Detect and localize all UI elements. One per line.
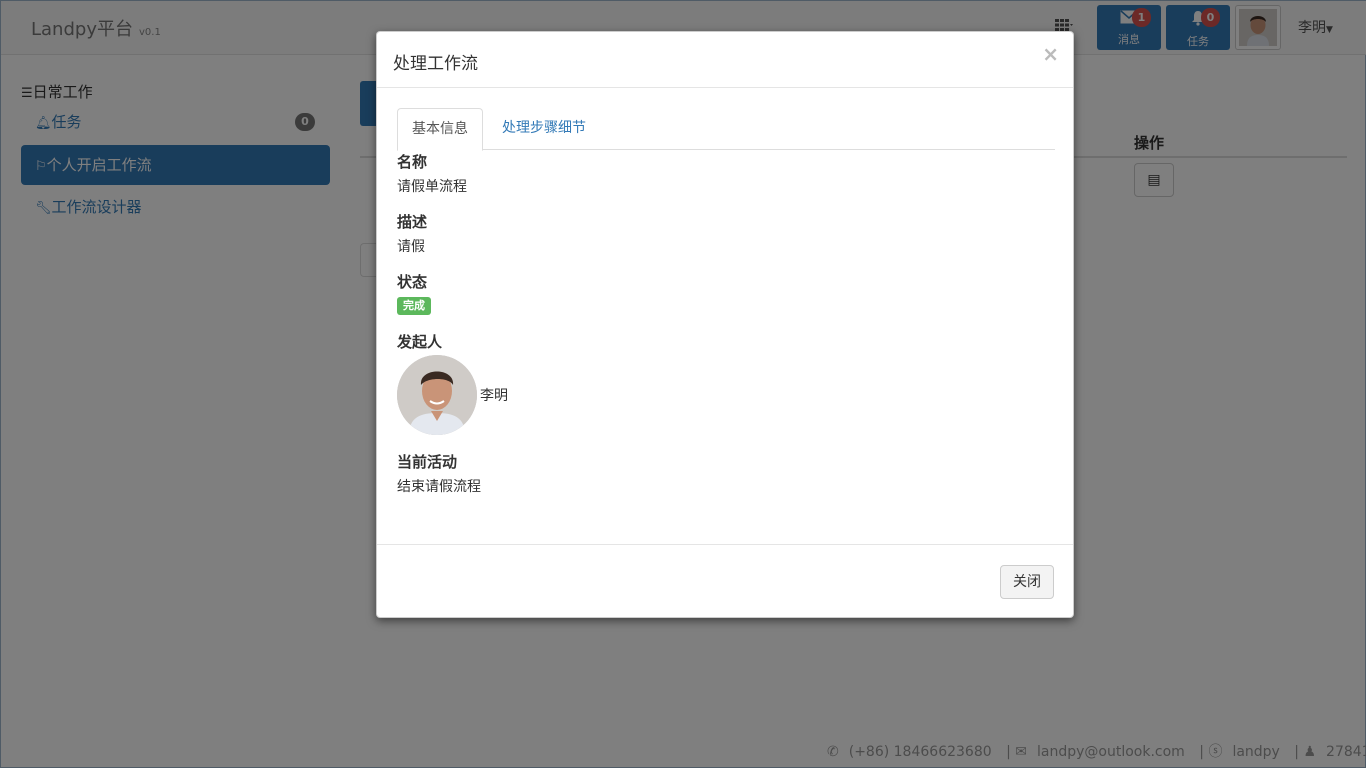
status-label: 状态: [397, 273, 428, 291]
modal-title: 处理工作流: [393, 54, 478, 74]
description-value: 请假: [397, 239, 425, 255]
current-activity-value: 结束请假流程: [397, 479, 481, 495]
status-badge: 完成: [397, 297, 431, 315]
modal-footer: 关闭: [377, 544, 1073, 618]
initiator-name: 李明: [480, 388, 508, 404]
name-label: 名称: [397, 153, 428, 171]
close-button[interactable]: 关闭: [1000, 565, 1054, 599]
modal-body: 基本信息 处理步骤细节 名称 请假单流程 描述 请假 状态 完成 发起人 李明 …: [377, 88, 1073, 544]
modal-tabs: 基本信息 处理步骤细节: [397, 108, 1055, 151]
initiator-avatar: [397, 355, 477, 435]
close-icon[interactable]: ×: [1042, 42, 1059, 66]
initiator-label: 发起人: [397, 333, 443, 351]
process-workflow-modal: 处理工作流 × 基本信息 处理步骤细节 名称 请假单流程 描述 请假 状态 完成…: [376, 31, 1074, 618]
tab-step-details[interactable]: 处理步骤细节: [488, 108, 600, 150]
name-value: 请假单流程: [397, 179, 467, 195]
tab-basic-info[interactable]: 基本信息: [397, 108, 483, 151]
modal-header: 处理工作流 ×: [377, 32, 1073, 88]
current-activity-label: 当前活动: [397, 453, 458, 471]
description-label: 描述: [397, 213, 428, 231]
